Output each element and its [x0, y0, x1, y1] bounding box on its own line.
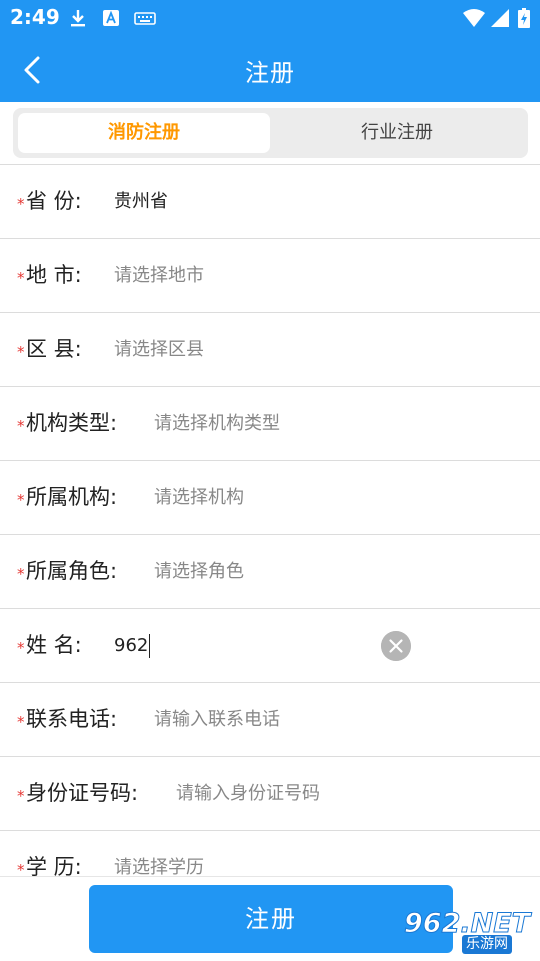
county-row[interactable]: * 区 县: 请选择区县 [0, 313, 540, 387]
id-number-label: 身份证号码: [26, 781, 139, 805]
role-select[interactable]: 请选择角色 [154, 535, 244, 608]
wifi-icon [463, 9, 485, 27]
app-bar: 注册 [0, 36, 540, 102]
province-value[interactable]: 贵州省 [114, 165, 168, 238]
text-cursor [149, 634, 151, 658]
city-select[interactable]: 请选择地市 [114, 239, 204, 312]
organization-label: 所属机构: [26, 485, 118, 509]
org-type-select[interactable]: 请选择机构类型 [154, 387, 280, 460]
watermark-sub: 乐游网 [462, 935, 512, 954]
clear-input-icon[interactable] [381, 631, 411, 661]
organization-row[interactable]: * 所属机构: 请选择机构 [0, 461, 540, 535]
province-label: 省 份: [26, 189, 82, 213]
required-mark: * [17, 861, 25, 877]
page-title: 注册 [245, 59, 295, 87]
education-select[interactable]: 请选择学历 [114, 831, 204, 877]
registration-form: * 省 份: 贵州省 * 地 市: 请选择地市 * 区 县: 请选择区县 * 机… [0, 164, 540, 877]
registration-type-tabs: 消防注册 行业注册 [13, 108, 528, 158]
required-mark: * [17, 195, 25, 213]
name-input-text: 962 [114, 635, 149, 656]
watermark-logo: 962.NET 乐游网 [398, 908, 538, 956]
province-row[interactable]: * 省 份: 贵州省 [0, 165, 540, 239]
org-type-label: 机构类型: [26, 411, 118, 435]
required-mark: * [17, 639, 25, 657]
status-bar: 2:49 [0, 0, 540, 36]
county-label: 区 县: [26, 337, 82, 361]
required-mark: * [17, 787, 25, 805]
signal-icon [491, 9, 509, 27]
name-row[interactable]: * 姓 名: 962 [0, 609, 540, 683]
font-a-icon [103, 10, 119, 26]
id-number-row[interactable]: * 身份证号码: 请输入身份证号码 [0, 757, 540, 831]
required-mark: * [17, 417, 25, 435]
required-mark: * [17, 565, 25, 583]
phone-row[interactable]: * 联系电话: 请输入联系电话 [0, 683, 540, 757]
county-select[interactable]: 请选择区县 [114, 313, 204, 386]
keyboard-icon [134, 12, 156, 25]
tab-industry-registration[interactable]: 行业注册 [271, 113, 523, 153]
city-label: 地 市: [26, 263, 82, 287]
status-time: 2:49 [10, 5, 60, 29]
phone-label: 联系电话: [26, 707, 118, 731]
org-type-row[interactable]: * 机构类型: 请选择机构类型 [0, 387, 540, 461]
name-label: 姓 名: [26, 633, 82, 657]
required-mark: * [17, 269, 25, 287]
name-input[interactable]: 962 [114, 609, 151, 682]
phone-input[interactable]: 请输入联系电话 [154, 683, 280, 756]
id-number-input[interactable]: 请输入身份证号码 [176, 757, 320, 830]
tab-fire-registration[interactable]: 消防注册 [18, 113, 270, 153]
required-mark: * [17, 343, 25, 361]
role-label: 所属角色: [26, 559, 118, 583]
battery-icon [518, 8, 530, 28]
required-mark: * [17, 491, 25, 509]
organization-select[interactable]: 请选择机构 [154, 461, 244, 534]
download-icon [71, 10, 85, 27]
city-row[interactable]: * 地 市: 请选择地市 [0, 239, 540, 313]
education-label: 学 历: [26, 855, 82, 877]
education-row[interactable]: * 学 历: 请选择学历 [0, 831, 540, 877]
required-mark: * [17, 713, 25, 731]
role-row[interactable]: * 所属角色: 请选择角色 [0, 535, 540, 609]
